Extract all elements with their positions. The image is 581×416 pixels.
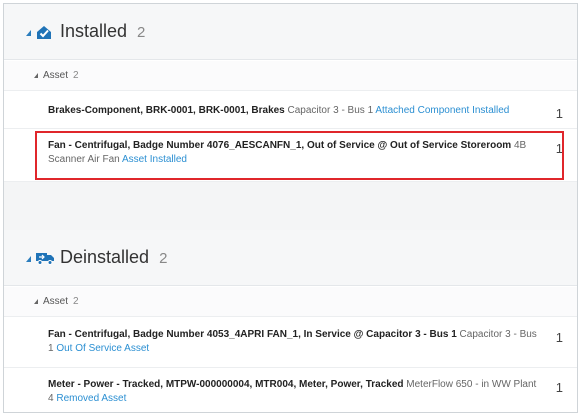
group-count: 2 — [73, 70, 79, 81]
list-item[interactable]: Fan - Centrifugal, Badge Number 4076_AES… — [4, 129, 577, 182]
deinstalled-section-title: Deinstalled — [60, 247, 150, 267]
installed-section-title: Installed — [60, 21, 128, 41]
group-label: Asset — [43, 70, 69, 81]
group-collapse-icon[interactable] — [34, 73, 38, 78]
truck-icon — [35, 249, 54, 267]
collapse-triangle-icon[interactable] — [26, 29, 31, 36]
group-collapse-icon[interactable] — [34, 299, 38, 304]
section-spacer — [4, 182, 577, 230]
installed-section-header[interactable]: Installed 2 — [4, 4, 577, 60]
installed-asset-group[interactable]: Asset 2 — [4, 61, 577, 91]
install-summary-panel: Installed 2 Asset 2 Brakes-Component, BR… — [3, 3, 578, 413]
item-count: 1 — [555, 330, 563, 345]
deinstalled-section-header[interactable]: Deinstalled 2 — [4, 230, 577, 286]
item-description: Brakes-Component, BRK-0001, BRK-0001, Br… — [48, 104, 537, 118]
item-count: 1 — [555, 106, 563, 121]
item-name: Fan - Centrifugal, Badge Number 4076_AES… — [48, 140, 512, 151]
item-description: Meter - Power - Tracked, MTPW-000000004,… — [48, 378, 537, 406]
list-item[interactable]: Fan - Centrifugal, Badge Number 4053_4AP… — [4, 318, 577, 368]
item-status-link[interactable]: Attached Component Installed — [375, 105, 509, 116]
house-check-icon — [35, 23, 53, 41]
item-count: 1 — [555, 141, 563, 156]
item-description: Fan - Centrifugal, Badge Number 4076_AES… — [48, 139, 537, 167]
group-count: 2 — [73, 296, 79, 307]
item-name: Brakes-Component, BRK-0001, BRK-0001, Br… — [48, 105, 285, 116]
deinstalled-section-count: 2 — [159, 250, 168, 267]
item-description: Fan - Centrifugal, Badge Number 4053_4AP… — [48, 328, 537, 356]
item-location: Capacitor 3 - Bus 1 — [284, 105, 376, 116]
item-status-link[interactable]: Removed Asset — [56, 393, 126, 404]
collapse-triangle-icon[interactable] — [26, 255, 31, 262]
list-item[interactable]: Meter - Power - Tracked, MTPW-000000004,… — [4, 368, 577, 412]
group-label: Asset — [43, 296, 69, 307]
item-status-link[interactable]: Asset Installed — [122, 154, 187, 165]
deinstalled-asset-group[interactable]: Asset 2 — [4, 287, 577, 317]
item-status-link[interactable]: Out Of Service Asset — [56, 343, 149, 354]
item-count: 1 — [555, 380, 563, 395]
item-name: Fan - Centrifugal, Badge Number 4053_4AP… — [48, 329, 457, 340]
installed-section-count: 2 — [137, 24, 146, 41]
item-name: Meter - Power - Tracked, MTPW-000000004,… — [48, 379, 404, 390]
list-item[interactable]: Brakes-Component, BRK-0001, BRK-0001, Br… — [4, 92, 577, 129]
